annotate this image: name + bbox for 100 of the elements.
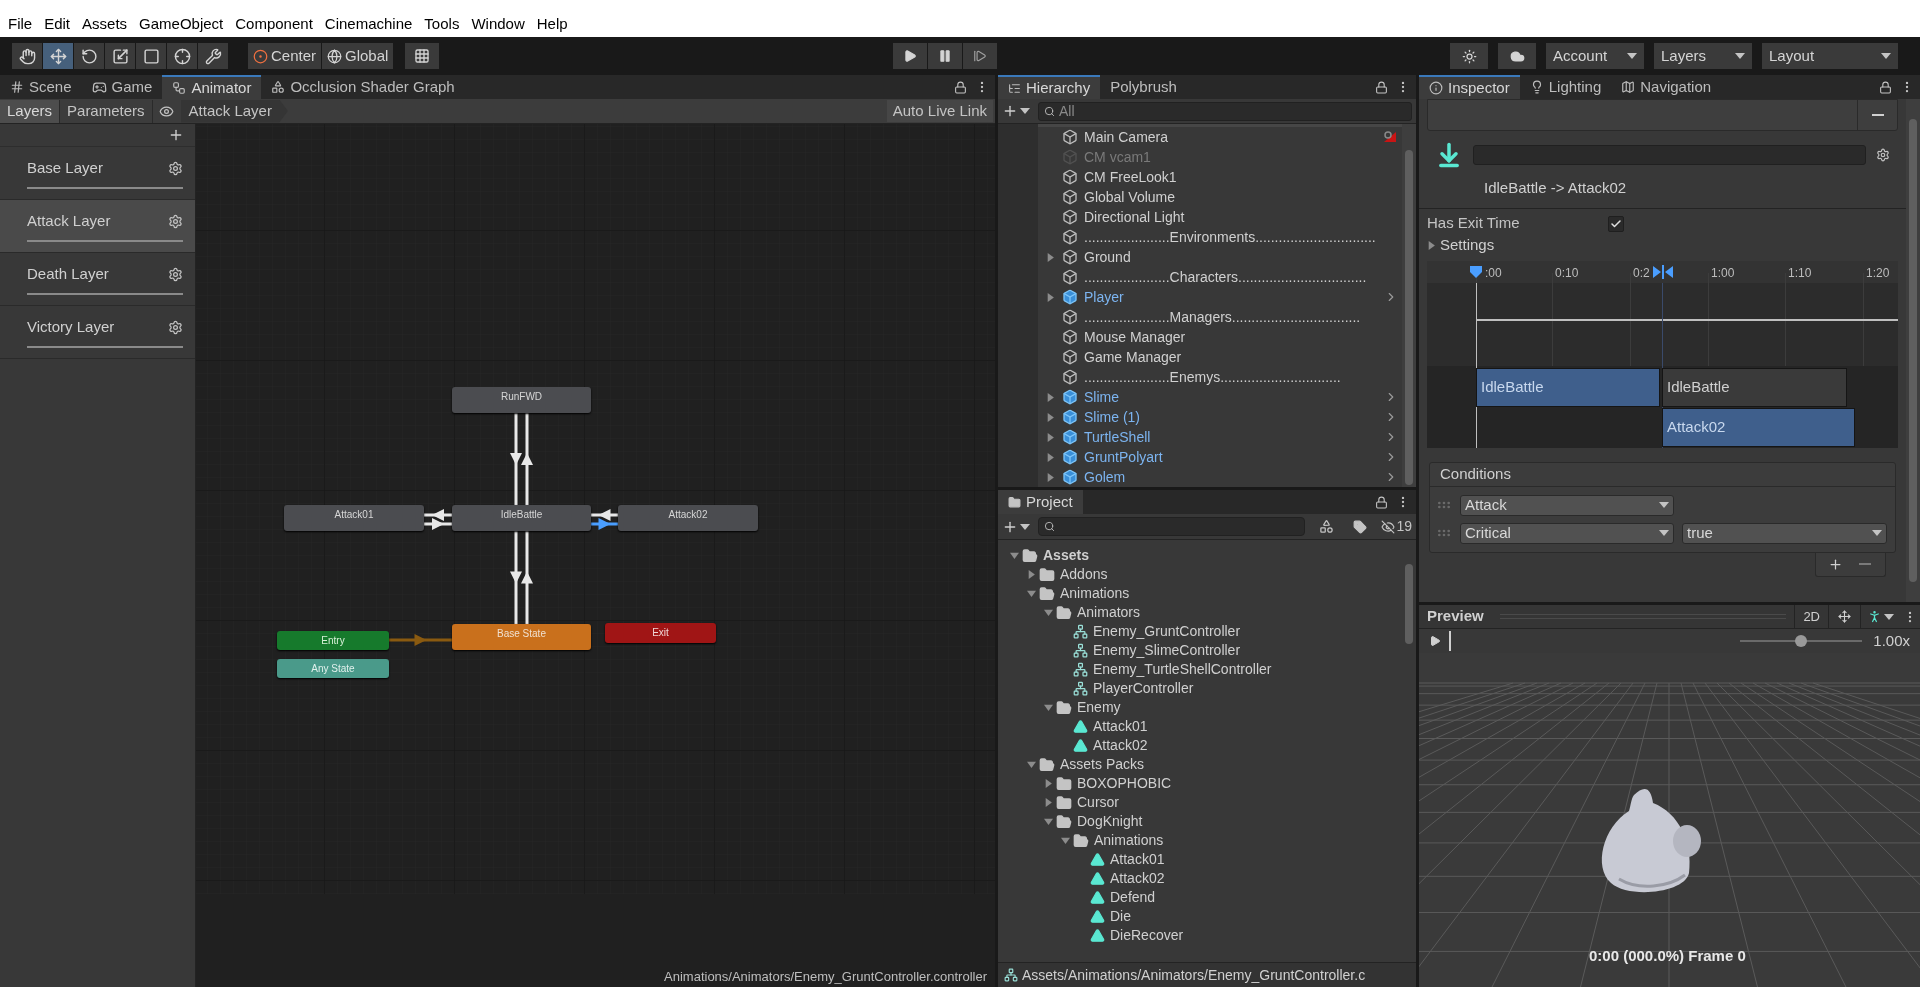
services-button[interactable] [1450, 43, 1488, 69]
transition-arrow[interactable] [510, 413, 522, 505]
project-row[interactable]: Enemy [998, 698, 1402, 717]
value-dropdown[interactable]: true [1682, 522, 1887, 544]
lock-icon[interactable] [1375, 495, 1388, 509]
parameter-dropdown[interactable]: Critical [1460, 522, 1674, 544]
state-node[interactable]: Attack02 [618, 505, 758, 531]
lock-icon[interactable] [1879, 80, 1892, 94]
project-row[interactable]: DogKnight [998, 812, 1402, 831]
menu-item[interactable]: Tools [418, 13, 466, 36]
hierarchy-row[interactable]: Ground [1038, 247, 1402, 267]
panel-tab[interactable]: Animator [162, 75, 262, 99]
project-row[interactable]: Animations [998, 831, 1402, 850]
scrollbar-thumb[interactable] [1909, 119, 1917, 582]
project-row[interactable]: Enemy_SlimeController [998, 641, 1402, 660]
speed-slider[interactable] [1740, 634, 1862, 648]
exit-node[interactable]: Exit [605, 623, 716, 643]
auto-live-link-button[interactable]: Auto Live Link [886, 100, 993, 122]
project-row[interactable]: Attack02 [998, 736, 1402, 755]
parameter-dropdown[interactable]: Attack [1460, 494, 1674, 516]
menu-item[interactable]: Component [229, 13, 319, 36]
hierarchy-row[interactable]: Slime [1038, 387, 1402, 407]
project-row[interactable]: Attack01 [998, 717, 1402, 736]
hand-tool-button[interactable] [12, 43, 42, 69]
project-row[interactable]: BOXOPHOBIC [998, 774, 1402, 793]
lock-icon[interactable] [954, 80, 967, 94]
state-node[interactable]: Attack01 [284, 505, 424, 531]
menu-item[interactable]: Assets [76, 13, 134, 36]
clip-bar[interactable]: Attack02 [1662, 407, 1855, 447]
transition-timeline[interactable]: :00 0:10 0:2 1:00 1:10 1:20 IdleBattle IdleBattle Attack02 [1427, 260, 1898, 448]
transition-arrow[interactable] [424, 518, 452, 530]
cloud-button[interactable] [1498, 43, 1536, 69]
hierarchy-row[interactable]: Mouse Manager [1038, 327, 1402, 347]
entry-node[interactable]: Entry [277, 631, 389, 650]
toolbar-dropdown[interactable]: Layout [1762, 43, 1898, 69]
project-row[interactable]: Enemy_TurtleShellController [998, 660, 1402, 679]
hierarchy-row[interactable]: ......................Characters................................. [1038, 267, 1402, 287]
rect-tool-button[interactable] [136, 43, 166, 69]
transition-arrow[interactable] [424, 509, 452, 521]
hierarchy-row[interactable]: Global Volume [1038, 187, 1402, 207]
hierarchy-row[interactable]: Main Camera [1038, 127, 1402, 147]
menu-item[interactable]: File [2, 13, 39, 36]
hierarchy-row[interactable]: Player [1038, 287, 1402, 307]
transition-arrow[interactable] [521, 413, 533, 505]
project-row[interactable]: Attack01 [998, 850, 1402, 869]
mode-2d-button[interactable]: 2D [1794, 604, 1828, 629]
project-row[interactable]: Addons [998, 565, 1402, 584]
hierarchy-row[interactable]: TurtleShell [1038, 427, 1402, 447]
toolbar-dropdown[interactable]: Layers [1654, 43, 1752, 69]
project-row[interactable]: Assets [998, 546, 1402, 565]
hierarchy-row[interactable]: ......................Environments............................... [1038, 227, 1402, 247]
scale-tool-button[interactable] [105, 43, 135, 69]
transition-arrow[interactable] [510, 531, 522, 624]
transition-arrow[interactable] [521, 531, 533, 624]
foldout-arrow-icon[interactable] [1427, 241, 1436, 250]
expand-arrow-icon[interactable] [1045, 292, 1055, 302]
hierarchy-row[interactable]: GruntPolyart [1038, 447, 1402, 467]
search-field[interactable] [1038, 517, 1306, 536]
hidden-packages-button[interactable]: 19 [1381, 516, 1412, 537]
project-row[interactable]: PlayerController [998, 679, 1402, 698]
checkbox[interactable] [1608, 215, 1624, 232]
move-tool-button[interactable] [43, 43, 73, 69]
state-node[interactable]: IdleBattle [452, 505, 591, 531]
scrollbar-thumb[interactable] [1405, 564, 1413, 644]
hierarchy-row[interactable]: Slime (1) [1038, 407, 1402, 427]
menu-item[interactable]: Window [465, 13, 531, 36]
project-row[interactable]: Defend [998, 888, 1402, 907]
menu-item[interactable]: Edit [38, 13, 77, 36]
panel-tab[interactable]: Inspector [1419, 75, 1520, 99]
settings-icon[interactable] [168, 160, 183, 176]
project-row[interactable]: DieRecover [998, 926, 1402, 945]
clip-bar[interactable]: IdleBattle [1662, 367, 1847, 407]
settings-icon[interactable] [168, 319, 183, 335]
menu-item[interactable]: Help [530, 13, 574, 36]
hierarchy-row[interactable]: CM FreeLook1 [1038, 167, 1402, 187]
scrollbar[interactable] [1906, 99, 1920, 602]
scrollbar[interactable] [1402, 124, 1416, 487]
transition-arrow[interactable] [591, 509, 618, 521]
slider-thumb[interactable] [1795, 635, 1807, 647]
menu-item[interactable]: Cinemachine [318, 13, 419, 36]
project-row[interactable]: Enemy_GruntController [998, 622, 1402, 641]
panel-tab[interactable]: Hierarchy [998, 75, 1101, 99]
hierarchy-row[interactable]: Golem [1038, 467, 1402, 487]
step-button[interactable] [962, 43, 997, 69]
space-button[interactable]: Global [322, 43, 394, 69]
custom-tool-button[interactable] [198, 43, 228, 69]
hierarchy-row[interactable]: ......................Managers................................. [1038, 307, 1402, 327]
pivot-button[interactable]: Center [248, 43, 322, 69]
hierarchy-row[interactable]: Directional Light [1038, 207, 1402, 227]
foldout-arrow-icon[interactable] [1043, 703, 1053, 712]
transform-tool-button[interactable] [167, 43, 197, 69]
hierarchy-row[interactable]: ......................Enemys............................... [1038, 367, 1402, 387]
rotate-tool-button[interactable] [74, 43, 104, 69]
create-button[interactable] [1002, 103, 1030, 119]
hierarchy-row[interactable]: Game Manager [1038, 347, 1402, 367]
state-node[interactable]: RunFWD [452, 387, 591, 413]
project-row[interactable]: Cursor [998, 793, 1402, 812]
settings-icon[interactable] [168, 266, 183, 282]
grid-snap-button[interactable] [405, 43, 440, 69]
project-row[interactable]: Animators [998, 603, 1402, 622]
